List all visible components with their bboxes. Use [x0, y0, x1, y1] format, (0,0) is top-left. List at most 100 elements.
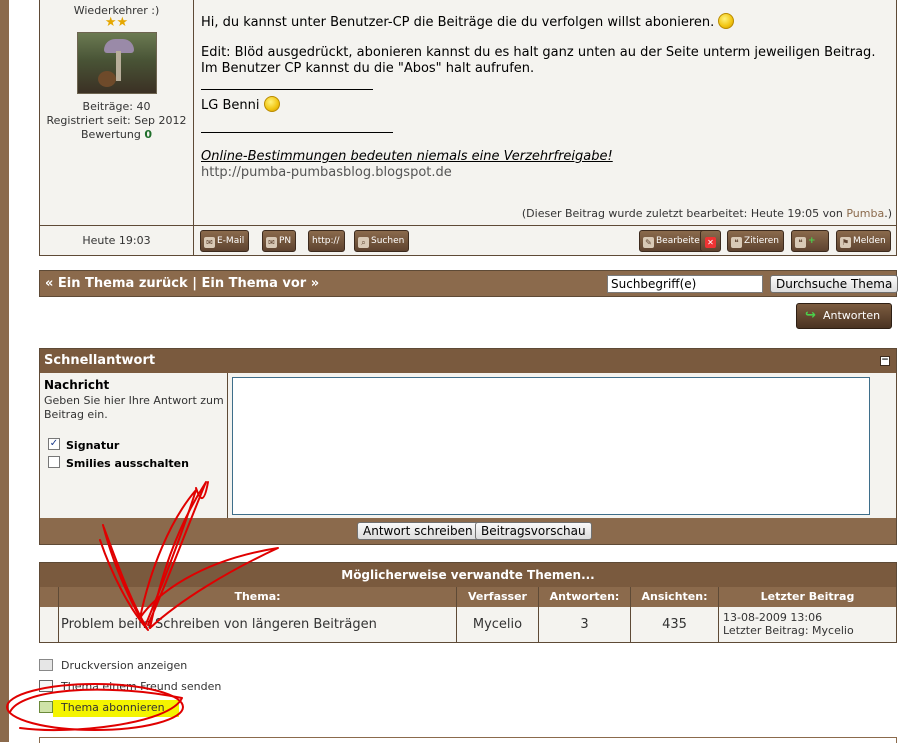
thread-search-input[interactable]: [607, 275, 763, 293]
envelope-icon: [39, 680, 53, 692]
greeting: LG Benni: [201, 98, 260, 113]
edit-icon: ✎: [643, 237, 654, 248]
www-label: http://: [312, 236, 340, 246]
column-last-post: Letzter Beitrag: [718, 587, 896, 607]
nav-separator: |: [187, 276, 202, 291]
email-icon: ✉: [204, 237, 215, 248]
post-body: Hi, du kannst unter Benutzer-CP die Beit…: [195, 0, 896, 225]
search-icon: ⌕: [358, 237, 369, 248]
pm-icon: ✉: [266, 237, 277, 248]
subscribe-thread-link[interactable]: Thema abonnieren: [39, 700, 165, 716]
rank-stars-icon: ★★: [104, 15, 129, 30]
pm-label: PN: [279, 236, 292, 246]
search-button[interactable]: ⌕ Suchen: [354, 230, 410, 252]
thread-replies: 3: [538, 607, 630, 642]
signature-text[interactable]: Online-Bestimmungen bedeuten niemals ein…: [201, 149, 875, 165]
reply-label: Antworten: [823, 309, 881, 322]
thread-last-post: 13-08-2009 13:06 Letzter Beitrag: Myceli…: [718, 607, 896, 642]
icon-column-header: [40, 587, 58, 607]
post-reply-button[interactable]: Antwort schreiben: [357, 522, 479, 540]
related-threads: Möglicherweise verwandte Themen... Thema…: [39, 562, 897, 643]
multiquote-button[interactable]: ❝ +: [791, 230, 829, 252]
report-label: Melden: [853, 236, 886, 246]
message-line-3: Im Benutzer CP kannst du die "Abos" halt…: [201, 61, 535, 76]
thread-icon: [40, 607, 58, 642]
preview-button[interactable]: Beitragsvorschau: [475, 522, 592, 540]
quick-reply-actions: Antwort schreiben Beitragsvorschau: [40, 518, 896, 544]
wink-smiley-icon: [263, 96, 280, 112]
reply-arrow-icon: ↪: [805, 308, 816, 323]
registered-date: Registriert seit: Sep 2012: [46, 114, 187, 127]
column-views: Ansichten:: [630, 587, 718, 607]
column-topic: Thema:: [58, 587, 456, 607]
rating-value[interactable]: 0: [144, 128, 152, 141]
signature-divider: [201, 89, 373, 90]
subscribe-label: Thema abonnieren: [61, 701, 165, 714]
quick-reply-header: Schnellantwort −: [40, 349, 896, 373]
thread-nav-bar: « Ein Thema zurück | Ein Thema vor » Dur…: [39, 270, 899, 297]
message-label: Nachricht: [44, 378, 110, 392]
message-line-2: Edit: Blöd ausgedrückt, abonieren kannst…: [201, 45, 876, 60]
column-author: Verfasser: [456, 587, 538, 607]
thread-topic-link[interactable]: Problem beim Schreiben von längeren Beit…: [58, 607, 456, 642]
post-footer: Heute 19:03 ✉ E-Mail ✉ PN http:// ⌕ Suchen …: [40, 225, 896, 256]
signature-label: Signatur: [66, 439, 120, 452]
search-thread-button[interactable]: Durchsuche Thema: [770, 275, 899, 293]
smiley-icon: [718, 13, 735, 29]
table-row: Problem beim Schreiben von längeren Beit…: [40, 607, 896, 642]
message-description: Geben Sie hier Ihre Antwort zum Beitrag …: [44, 394, 224, 421]
post-time: Heute 19:03: [40, 226, 194, 256]
next-thread-link[interactable]: Ein Thema vor »: [201, 276, 319, 291]
avatar[interactable]: [76, 32, 157, 94]
search-label: Suchen: [371, 236, 405, 246]
prev-thread-link[interactable]: « Ein Thema zurück: [45, 276, 188, 291]
post-message: Hi, du kannst unter Benutzer-CP die Beit…: [201, 13, 875, 181]
edited-by-link[interactable]: Pumba: [846, 207, 884, 220]
report-icon: ⚑: [840, 237, 851, 248]
message-line-1: Hi, du kannst unter Benutzer-CP die Beit…: [201, 15, 715, 30]
thread-author[interactable]: Mycelio: [456, 607, 538, 642]
quick-reply-options: Nachricht Geben Sie hier Ihre Antwort zu…: [40, 373, 228, 518]
subscribe-icon: [39, 701, 53, 713]
send-to-friend-link[interactable]: Thema einem Freund senden: [39, 679, 221, 695]
delete-button[interactable]: ✕: [700, 230, 721, 252]
last-post-by[interactable]: Letzter Beitrag: Mycelio: [723, 624, 854, 637]
quick-reply-title: Schnellantwort: [44, 353, 156, 368]
edited-note: (Dieser Beitrag wurde zuletzt bearbeitet…: [522, 207, 892, 220]
message-textarea[interactable]: [232, 377, 870, 515]
post-author-panel: Wiederkehrer :) ★★ Beiträge: 40 Registri…: [40, 0, 194, 225]
posts-count: Beiträge: 40: [82, 100, 151, 113]
last-post-date: 13-08-2009 13:06: [723, 611, 823, 624]
email-button[interactable]: ✉ E-Mail: [200, 230, 250, 252]
disable-smilies-label: Smilies ausschalten: [66, 457, 189, 470]
column-replies: Antworten:: [538, 587, 630, 607]
post: Wiederkehrer :) ★★ Beiträge: 40 Registri…: [39, 0, 897, 256]
page: Wiederkehrer :) ★★ Beiträge: 40 Registri…: [0, 0, 909, 743]
print-view-link[interactable]: Druckversion anzeigen: [39, 658, 187, 674]
quote-button[interactable]: ❝ Zitieren: [727, 230, 784, 252]
print-label: Druckversion anzeigen: [61, 659, 188, 672]
next-section-edge: [39, 737, 897, 743]
report-button[interactable]: ⚑ Melden: [836, 230, 891, 252]
collapse-icon[interactable]: −: [880, 356, 890, 366]
www-button[interactable]: http://: [308, 230, 345, 252]
rating-label: Bewertung: [81, 128, 141, 141]
quote-label: Zitieren: [744, 236, 779, 246]
email-label: E-Mail: [217, 236, 245, 246]
related-threads-title: Möglicherweise verwandte Themen...: [40, 563, 896, 587]
related-threads-header: Thema: Verfasser Antworten: Ansichten: L…: [40, 587, 896, 607]
signature-link[interactable]: http://pumba-pumbasblog.blogspot.de: [201, 165, 875, 181]
thread-views: 435: [630, 607, 718, 642]
user-info: Beiträge: 40 Registriert seit: Sep 2012 …: [40, 100, 193, 142]
delete-icon: ✕: [705, 237, 716, 248]
multiquote-icon: ❝: [795, 237, 806, 248]
reply-button[interactable]: ↪ Antworten: [796, 303, 892, 329]
edited-text: (Dieser Beitrag wurde zuletzt bearbeitet…: [521, 207, 843, 220]
thread-nav-links: « Ein Thema zurück | Ein Thema vor »: [45, 271, 319, 296]
quote-icon: ❝: [731, 237, 742, 248]
pm-button[interactable]: ✉ PN: [262, 230, 297, 252]
plus-icon: +: [808, 236, 816, 246]
signature-checkbox[interactable]: ✓: [48, 438, 60, 450]
send-label: Thema einem Freund senden: [61, 680, 222, 693]
disable-smilies-checkbox[interactable]: [48, 456, 60, 468]
